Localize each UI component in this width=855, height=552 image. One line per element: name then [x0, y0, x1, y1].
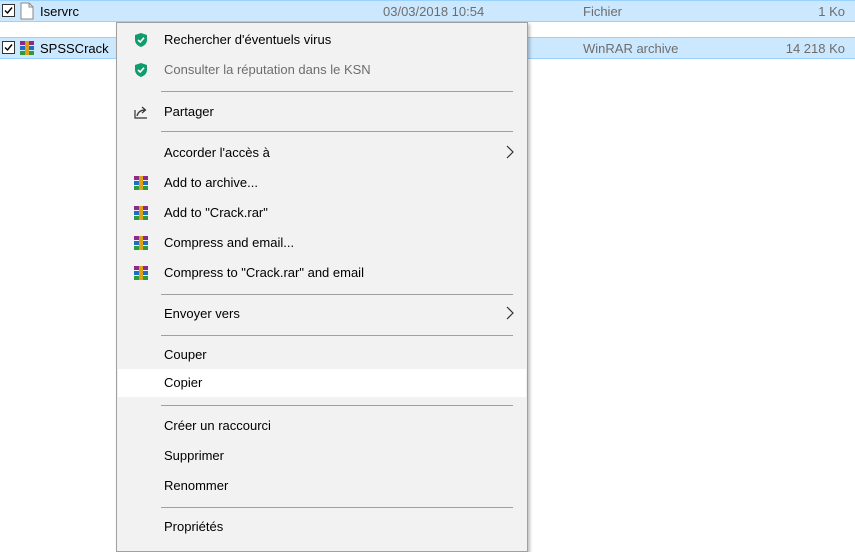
checkbox-checked-icon[interactable] [2, 41, 15, 54]
menu-item-label: Renommer [164, 478, 229, 493]
menu-item-create-shortcut[interactable]: Créer un raccourci [118, 412, 526, 440]
winrar-icon [134, 236, 148, 250]
menu-item-label: Couper [164, 347, 207, 362]
menu-item-label: Compress and email... [164, 235, 295, 250]
menu-item-grant-access[interactable]: Accorder l'accès à [118, 139, 526, 167]
menu-item-label: Accorder l'accès à [164, 145, 270, 160]
checkbox-checked-icon[interactable] [2, 4, 15, 17]
menu-item-send-to[interactable]: Envoyer vers [118, 300, 526, 328]
file-icon [20, 2, 34, 20]
menu-item-copy[interactable]: Copier [118, 369, 526, 397]
menu-separator [161, 335, 513, 336]
menu-item-label: Supprimer [164, 448, 224, 463]
file-type: Fichier [583, 4, 623, 19]
kaspersky-shield-icon [135, 63, 147, 77]
menu-item-label: Partager [164, 104, 214, 119]
menu-item-label: Rechercher d'éventuels virus [164, 32, 332, 47]
context-menu: Rechercher d'éventuels virus Consulter l… [116, 22, 528, 552]
file-name: SPSSCrack [40, 41, 109, 56]
menu-separator [161, 131, 513, 132]
menu-item-properties[interactable]: Propriétés [118, 513, 526, 541]
file-date: 03/03/2018 10:54 [383, 4, 485, 19]
menu-item-label: Compress to "Crack.rar" and email [164, 265, 364, 280]
winrar-icon [134, 206, 148, 220]
menu-item-label: Add to archive... [164, 175, 258, 190]
menu-item-label: Envoyer vers [164, 306, 240, 321]
chevron-right-icon [506, 145, 514, 159]
share-icon [134, 106, 147, 119]
menu-separator [161, 507, 513, 508]
menu-separator [161, 91, 513, 92]
menu-item-rename[interactable]: Renommer [118, 472, 526, 500]
menu-separator [161, 405, 513, 406]
winrar-archive-icon [20, 41, 34, 55]
menu-separator [161, 294, 513, 295]
file-name: Iservrc [40, 4, 79, 19]
menu-item-label: Add to "Crack.rar" [164, 205, 268, 220]
winrar-icon [134, 176, 148, 190]
menu-item-ksn-reputation[interactable]: Consulter la réputation dans le KSN [118, 56, 526, 84]
menu-item-label: Propriétés [164, 519, 224, 534]
winrar-icon [134, 266, 148, 280]
kaspersky-shield-icon [135, 33, 147, 47]
menu-item-compress-crack-email[interactable]: Compress to "Crack.rar" and email [118, 259, 526, 287]
chevron-right-icon [506, 306, 514, 320]
file-size: 14 218 Ko [785, 41, 845, 56]
menu-item-label: Créer un raccourci [164, 418, 271, 433]
menu-item-share[interactable]: Partager [118, 98, 526, 126]
file-row-iservrc[interactable]: Iservrc 03/03/2018 10:54 Fichier 1 Ko [0, 0, 855, 22]
menu-item-label: Copier [164, 375, 203, 390]
menu-item-compress-email[interactable]: Compress and email... [118, 229, 526, 257]
file-size: 1 Ko [818, 4, 845, 19]
menu-item-cut[interactable]: Couper [118, 341, 526, 369]
menu-item-label: Consulter la réputation dans le KSN [164, 62, 371, 77]
file-type: WinRAR archive [583, 41, 679, 56]
menu-item-scan-virus[interactable]: Rechercher d'éventuels virus [118, 26, 526, 54]
menu-item-add-to-archive[interactable]: Add to archive... [118, 169, 526, 197]
menu-item-add-to-crack[interactable]: Add to "Crack.rar" [118, 199, 526, 227]
menu-item-delete[interactable]: Supprimer [118, 442, 526, 470]
